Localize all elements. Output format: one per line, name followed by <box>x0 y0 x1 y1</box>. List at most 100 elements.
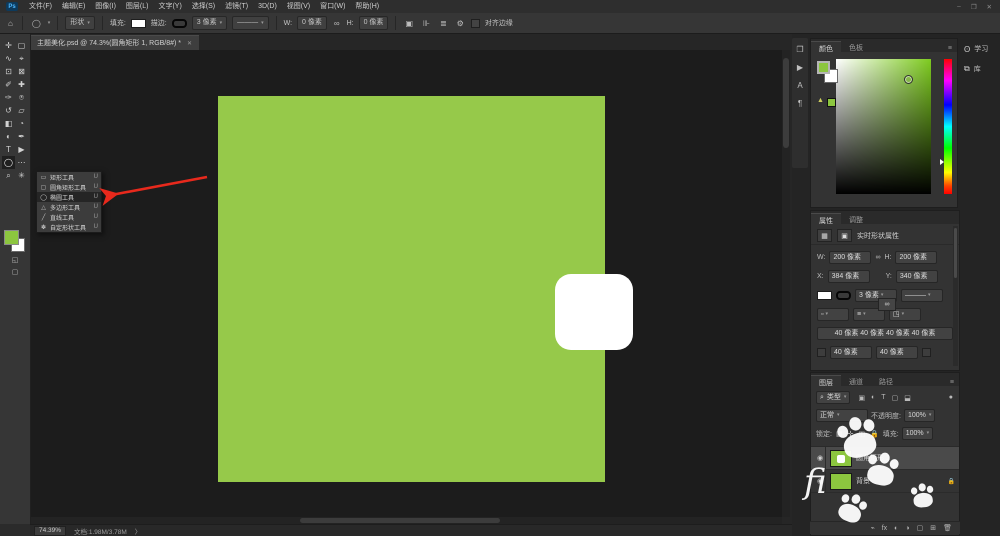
tool-preset-icon[interactable]: ◯ <box>30 19 43 28</box>
width-input[interactable]: 0 像素 <box>297 16 327 30</box>
flyout-item-rectangle-tool[interactable]: ▭ 矩形工具 U <box>37 172 101 182</box>
panel-menu-icon[interactable]: ≡ <box>948 45 957 52</box>
hue-slider[interactable] <box>944 59 952 194</box>
height-input[interactable]: 0 像素 <box>358 16 389 30</box>
prop-fill-swatch[interactable] <box>817 291 832 300</box>
rounded-rectangle-shape[interactable] <box>555 274 633 350</box>
filter-adjustment-icon[interactable]: ◐ <box>870 394 876 402</box>
layer-mask-icon[interactable]: ◐ <box>894 525 898 532</box>
eraser-tool[interactable]: ▱ <box>15 104 28 117</box>
filter-shape-icon[interactable]: ▢ <box>891 394 900 402</box>
prop-x-input[interactable]: 384 像素 <box>827 270 870 283</box>
photoshop-logo-icon[interactable]: Ps <box>6 2 18 11</box>
prop-width-input[interactable]: 200 像素 <box>829 251 872 264</box>
menu-item-window[interactable]: 窗口(W) <box>315 0 350 13</box>
tab-adjustments[interactable]: 调整 <box>841 213 871 224</box>
history-panel-icon[interactable]: ❐ <box>796 45 803 54</box>
flyout-item-line-tool[interactable]: ╱ 直线工具 U <box>37 212 101 222</box>
rail-item-learn[interactable]: ʘ 学习 <box>964 44 1000 54</box>
paragraph-panel-icon[interactable]: ¶ <box>798 99 802 108</box>
menu-item-filter[interactable]: 滤镜(T) <box>220 0 253 13</box>
flyout-item-custom-shape-tool[interactable]: ✽ 自定形状工具 U <box>37 222 101 232</box>
menu-item-select[interactable]: 选择(S) <box>187 0 220 13</box>
filter-toggle-icon[interactable]: ● <box>948 394 954 401</box>
filter-pixel-icon[interactable]: ▣ <box>857 394 866 402</box>
corner-tl-input[interactable]: 40 像素 <box>830 346 872 359</box>
menu-item-image[interactable]: 图像(I) <box>90 0 121 13</box>
dodge-tool[interactable]: ◐ <box>2 130 15 143</box>
fill-opacity-input[interactable]: 100% ▾ <box>901 427 934 440</box>
corner-tl-checkbox[interactable] <box>817 348 826 357</box>
document-tab[interactable]: 主题美化.psd @ 74.3%(圆角矩形 1, RGB/8#) * ✕ <box>30 35 200 50</box>
screen-mode-icon[interactable]: ▢ <box>0 268 30 276</box>
home-icon[interactable]: ⌂ <box>6 19 15 28</box>
crop-tool[interactable]: ⊡ <box>2 65 15 78</box>
tab-color[interactable]: 颜色 <box>811 41 841 53</box>
shape-tool[interactable]: ◯ <box>2 156 15 169</box>
properties-scrollbar-thumb[interactable] <box>954 228 957 278</box>
canvas-area[interactable] <box>30 50 782 517</box>
marquee-tool[interactable]: ▢ <box>15 39 28 52</box>
lasso-tool[interactable]: ∿ <box>2 52 15 65</box>
close-icon[interactable]: ✕ <box>187 40 192 47</box>
eyedropper-tool[interactable]: ✐ <box>2 78 15 91</box>
filter-type-icon[interactable]: T <box>880 394 886 402</box>
filter-smart-object-icon[interactable]: ⬓ <box>903 394 912 402</box>
path-operations-icon[interactable]: ▣ <box>403 19 415 28</box>
layer-thumbnail[interactable] <box>830 472 852 490</box>
status-chevron-icon[interactable]: 〉 <box>135 526 142 536</box>
corner-tr-checkbox[interactable] <box>922 348 931 357</box>
menu-item-layer[interactable]: 图层(L) <box>121 0 154 13</box>
tab-layers[interactable]: 图层 <box>811 375 841 387</box>
history-brush-tool[interactable]: ↺ <box>2 104 15 117</box>
mask-properties-icon[interactable]: ▣ <box>837 229 852 242</box>
new-group-icon[interactable]: ▢ <box>917 524 924 532</box>
layer-filter-select[interactable]: ⌕ 类型 ▾ <box>816 391 851 404</box>
pen-tool[interactable]: ✒ <box>15 130 28 143</box>
zoom-level-input[interactable]: 74.39% <box>34 525 67 536</box>
tool-mode-select[interactable]: 形状 ▾ <box>65 16 95 30</box>
menu-item-help[interactable]: 帮助(H) <box>350 0 384 13</box>
corner-radius-summary[interactable]: 40 像素 40 像素 40 像素 40 像素 <box>817 327 953 340</box>
link-layers-icon[interactable]: ⌁ <box>870 524 874 532</box>
actions-panel-icon[interactable]: ▶ <box>797 63 803 72</box>
restore-button[interactable]: ❐ <box>971 3 977 11</box>
menu-item-edit[interactable]: 编辑(E) <box>57 0 90 13</box>
blur-tool[interactable]: ◔ <box>15 117 28 130</box>
frame-tool[interactable]: ⊠ <box>15 65 28 78</box>
flyout-item-polygon-tool[interactable]: △ 多边形工具 U <box>37 202 101 212</box>
panel-menu-icon[interactable]: ≡ <box>950 379 959 386</box>
delete-layer-icon[interactable]: 🗑 <box>943 524 952 532</box>
color-picker-marker[interactable] <box>904 75 913 84</box>
saturation-brightness-field[interactable] <box>836 59 931 194</box>
menu-item-type[interactable]: 文字(Y) <box>153 0 186 13</box>
corner-tr-input[interactable]: 40 像素 <box>876 346 918 359</box>
brush-tool[interactable]: ✑ <box>2 91 15 104</box>
menu-item-view[interactable]: 视图(V) <box>282 0 315 13</box>
hue-slider-marker[interactable] <box>940 159 944 165</box>
stroke-width-input[interactable]: 3 像素 ▾ <box>191 16 228 30</box>
hand-tool[interactable]: ✳ <box>15 169 28 182</box>
quick-select-tool[interactable]: ⌖ <box>15 52 28 65</box>
prop-stroke-style-select[interactable]: ——— ▾ <box>901 289 943 302</box>
gamut-warning-swatch[interactable] <box>827 98 836 107</box>
clone-stamp-tool[interactable]: ⍟ <box>15 91 28 104</box>
gradient-tool[interactable]: ◧ <box>2 117 15 130</box>
quick-mask-icon[interactable]: ◱ <box>0 256 30 264</box>
stroke-style-select[interactable]: ——— ▾ <box>232 16 269 30</box>
gamut-warning-icon[interactable]: ▲ <box>817 97 824 104</box>
align-edges-checkbox[interactable] <box>470 18 480 28</box>
prop-height-input[interactable]: 200 像素 <box>895 251 938 264</box>
flyout-item-ellipse-tool[interactable]: ◯ 椭圆工具 U <box>37 192 101 202</box>
new-layer-icon[interactable]: ⊞ <box>930 524 936 532</box>
foreground-color-swatch[interactable] <box>4 230 19 245</box>
flyout-item-rounded-rectangle-tool[interactable]: ▢ 圆角矩形工具 U <box>37 182 101 192</box>
adjustment-layer-icon[interactable]: ◑ <box>905 525 909 532</box>
prop-y-input[interactable]: 340 像素 <box>895 270 938 283</box>
tab-channels[interactable]: 通道 <box>841 375 871 386</box>
opacity-input[interactable]: 100% ▾ <box>903 409 936 422</box>
minimize-button[interactable]: – <box>957 3 961 11</box>
rail-item-libraries[interactable]: ⧉ 库 <box>964 64 1000 74</box>
edit-toolbar[interactable]: ⋯ <box>15 156 28 169</box>
path-arrangement-icon[interactable]: ≣ <box>438 19 449 28</box>
